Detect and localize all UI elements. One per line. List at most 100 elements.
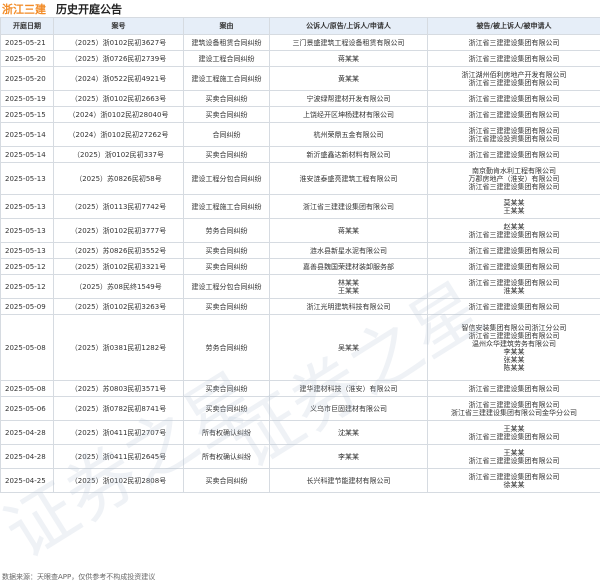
plaintiff-name: 蒋某某 xyxy=(338,226,359,235)
plaintiff-name: 浙江省三建建设集团有限公司 xyxy=(303,202,394,211)
cell-defendant: 浙江省三建建设集团有限公司 xyxy=(427,106,600,123)
cell-defendant: 浙江省三建建设集团有限公司 xyxy=(427,258,600,275)
cell-defendant: 智信安装集团有限公司浙江分公司 浙江省三建建设集团有限公司 温州众华建筑劳务有限公司… xyxy=(427,314,600,381)
cell-date: 2025-05-13 xyxy=(0,242,54,259)
cell-date: 2025-04-25 xyxy=(0,468,54,493)
cell-cause: 合同纠纷 xyxy=(183,122,270,147)
cell-date: 2025-05-08 xyxy=(0,314,54,381)
defendant-name: 赵某某 xyxy=(503,222,525,231)
cell-case-no: （2025）苏08民终1549号 xyxy=(53,274,184,299)
defendant-name: 浙江省三建建设集团有限公司 xyxy=(468,182,560,191)
cell-date: 2025-05-08 xyxy=(0,380,54,397)
column-header-case-no: 案号 xyxy=(53,17,184,35)
data-source-footer: 数据来源：天眼查APP，仅供参考不构成投资建议 xyxy=(2,573,156,581)
plaintiff-name: 黄某某 xyxy=(338,74,359,83)
cell-defendant: 赵某某 浙江省三建建设集团有限公司 xyxy=(427,218,600,243)
defendant-name: 浙江省三建建设集团有限公司 xyxy=(468,384,560,393)
cell-case-no: （2025）浙0411民初2707号 xyxy=(53,420,184,445)
defendant-name: 浙江省三建建设集团有限公司 xyxy=(468,331,560,340)
table-row: 2025-05-06 （2025）浙0782民初8741号 买卖合同纠纷 义乌市巨固建… xyxy=(0,396,600,421)
cell-case-no: （2025）浙0102民初3627号 xyxy=(53,34,184,51)
table-row: 2025-05-09 （2025）浙0102民初3263号 买卖合同纠纷 浙江光明建筑… xyxy=(0,298,600,315)
plaintiff-name: 上饶经开区坤杨建材有限公司 xyxy=(303,110,394,119)
defendant-name: 浙江省三建建设集团有限公司 xyxy=(468,302,560,311)
cell-cause: 建筑设备租赁合同纠纷 xyxy=(183,34,270,51)
table-row: 2025-05-15 （2024）浙0102民初28040号 买卖合同纠纷 上饶经开区… xyxy=(0,106,600,123)
defendant-name: 浙江省三建建设集团有限公司 xyxy=(468,262,560,271)
page-title: 历史开庭公告 xyxy=(56,2,122,16)
defendant-name: 浙江省三建建设集团有限公司 xyxy=(468,126,560,135)
cell-defendant: 浙江省三建建设集团有限公司 徐某某 xyxy=(427,468,600,493)
cell-defendant: 浙江省三建建设集团有限公司 xyxy=(427,90,600,107)
table-row: 2025-05-14 （2024）浙0102民初27262号 合同纠纷 杭州荣鼎五金有… xyxy=(0,122,600,147)
cell-date: 2025-05-06 xyxy=(0,396,54,421)
defendant-name: 南京勤肯水利工程有限公司 xyxy=(472,166,556,175)
cell-plaintiff: 浙江省三建建设集团有限公司 xyxy=(269,194,428,219)
defendant-name: 浙江省三建建设集团有限公司金华分公司 xyxy=(451,408,577,417)
cell-plaintiff: 义乌市巨固建材有限公司 xyxy=(269,396,428,421)
cell-plaintiff: 沈某某 xyxy=(269,420,428,445)
defendant-name: 陈某某 xyxy=(503,363,525,372)
cell-defendant: 浙江省三建建设集团有限公司 浙江省建设投资集团有限公司 xyxy=(427,122,600,147)
cell-defendant: 王某某 浙江省三建建设集团有限公司 xyxy=(427,444,600,469)
cell-case-no: （2025）苏0826民初58号 xyxy=(53,162,184,195)
defendant-name: 浙江省建设投资集团有限公司 xyxy=(468,134,560,143)
defendant-name: 浙江省三建建设集团有限公司 xyxy=(468,78,560,87)
cell-cause: 劳务合同纠纷 xyxy=(183,218,270,243)
cell-case-no: （2025）浙0102民初3777号 xyxy=(53,218,184,243)
cell-case-no: （2025）浙0782民初8741号 xyxy=(53,396,184,421)
cell-plaintiff: 涟水县新星水泥有限公司 xyxy=(269,242,428,259)
plaintiff-name: 淮安涟泰盛亮建筑工程有限公司 xyxy=(299,174,398,183)
plaintiff-name: 林某某 xyxy=(338,278,359,287)
cell-date: 2025-05-13 xyxy=(0,194,54,219)
defendant-name: 徐某某 xyxy=(503,480,525,489)
plaintiff-name: 吴某某 xyxy=(338,343,359,352)
plaintiff-name: 涟水县新星水泥有限公司 xyxy=(310,246,387,255)
cell-date: 2025-05-12 xyxy=(0,274,54,299)
cell-case-no: （2025）苏0803民初3571号 xyxy=(53,380,184,397)
cell-cause: 买卖合同纠纷 xyxy=(183,90,270,107)
cell-cause: 买卖合同纠纷 xyxy=(183,468,270,493)
cell-date: 2025-05-14 xyxy=(0,122,54,147)
defendant-name: 浙江省三建建设集团有限公司 xyxy=(468,278,560,287)
cell-plaintiff: 李某某 xyxy=(269,444,428,469)
cell-case-no: （2025）浙0726民初2739号 xyxy=(53,50,184,67)
cell-defendant: 南京勤肯水利工程有限公司 万郡房地产（淮安）有限公司 浙江省三建建设集团有限公司 xyxy=(427,162,600,195)
cell-defendant: 浙江湖州佰利房地产开发有限公司 浙江省三建建设集团有限公司 xyxy=(427,66,600,91)
table-row: 2025-04-28 （2025）浙0411民初2707号 所有权确认纠纷 沈某某 王某… xyxy=(0,420,600,445)
court-announcement-table: 开庭日期 案号 案由 公诉人/原告/上诉人/申请人 被告/被上诉人/被申请人 2… xyxy=(0,17,600,493)
cell-defendant: 浙江省三建建设集团有限公司 xyxy=(427,34,600,51)
column-header-date: 开庭日期 xyxy=(0,17,54,35)
plaintiff-name: 沈某某 xyxy=(338,428,359,437)
cell-date: 2025-05-20 xyxy=(0,50,54,67)
cell-case-no: （2025）浙0102民初3263号 xyxy=(53,298,184,315)
cell-case-no: （2025）浙0102民初2808号 xyxy=(53,468,184,493)
cell-date: 2025-05-14 xyxy=(0,146,54,163)
defendant-name: 浙江湖州佰利房地产开发有限公司 xyxy=(461,70,567,79)
cell-defendant: 浙江省三建建设集团有限公司 xyxy=(427,380,600,397)
cell-case-no: （2024）浙0102民初28040号 xyxy=(53,106,184,123)
cell-defendant: 浙江省三建建设集团有限公司 xyxy=(427,50,600,67)
table-row: 2025-05-12 （2025）浙0102民初3321号 买卖合同纠纷 嘉善县魏国荣… xyxy=(0,258,600,275)
cell-cause: 建设工程分包合同纠纷 xyxy=(183,162,270,195)
cell-case-no: （2025）浙0113民初7742号 xyxy=(53,194,184,219)
defendant-name: 浙江省三建建设集团有限公司 xyxy=(468,432,560,441)
plaintiff-name: 蒋某某 xyxy=(338,54,359,63)
cell-cause: 建设工程分包合同纠纷 xyxy=(183,274,270,299)
cell-case-no: （2025）浙0381民初1282号 xyxy=(53,314,184,381)
cell-case-no: （2024）浙0522民初4921号 xyxy=(53,66,184,91)
cell-cause: 买卖合同纠纷 xyxy=(183,146,270,163)
cell-plaintiff: 宁波绿帮建材开发有限公司 xyxy=(269,90,428,107)
table-row: 2025-05-13 （2025）浙0102民初3777号 劳务合同纠纷 蒋某某 赵某某… xyxy=(0,218,600,243)
cell-cause: 买卖合同纠纷 xyxy=(183,106,270,123)
cell-cause: 建设工程施工合同纠纷 xyxy=(183,66,270,91)
cell-date: 2025-05-13 xyxy=(0,162,54,195)
table-row: 2025-04-28 （2025）浙0411民初2645号 所有权确认纠纷 李某某 王某… xyxy=(0,444,600,469)
cell-date: 2025-04-28 xyxy=(0,444,54,469)
table-row: 2025-05-20 （2024）浙0522民初4921号 建设工程施工合同纠纷 黄某… xyxy=(0,66,600,91)
table-row: 2025-05-20 （2025）浙0726民初2739号 建设工程合同纠纷 蒋某某 浙… xyxy=(0,50,600,67)
cell-plaintiff: 三门景盛建筑工程设备租赁有限公司 xyxy=(269,34,428,51)
cell-plaintiff: 蒋某某 xyxy=(269,50,428,67)
plaintiff-name: 义乌市巨固建材有限公司 xyxy=(310,404,387,413)
plaintiff-name: 王某某 xyxy=(338,286,359,295)
